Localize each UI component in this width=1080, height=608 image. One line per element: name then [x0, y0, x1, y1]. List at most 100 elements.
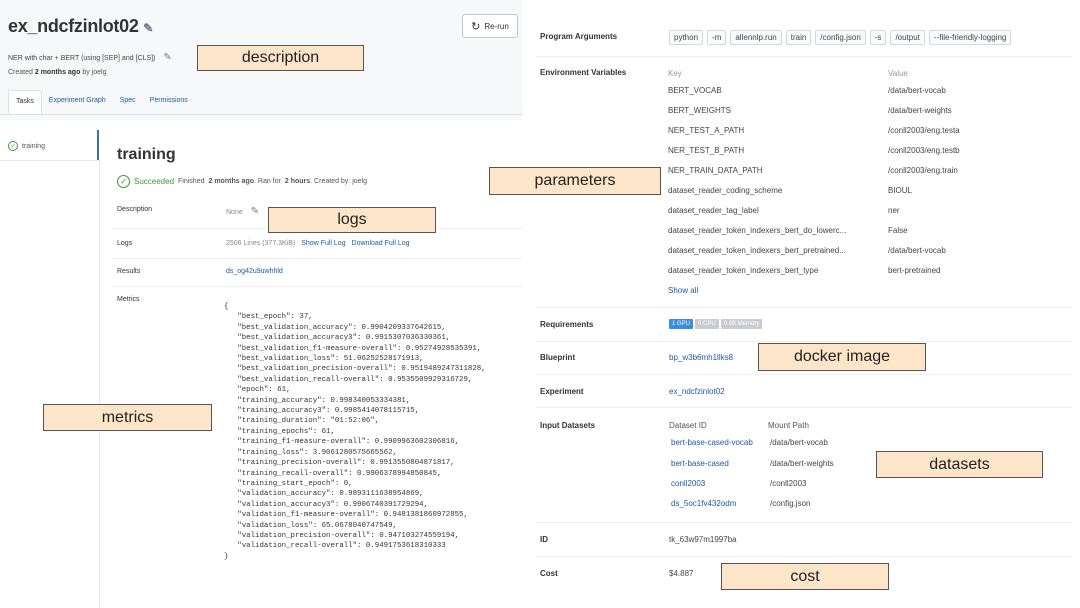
- env-key: NER_TRAIN_DATA_PATH: [668, 166, 763, 175]
- env-value: ner: [888, 206, 900, 215]
- blueprint-link[interactable]: bp_w3b6mh1llks8: [669, 353, 733, 362]
- results-dataset-link[interactable]: ds_og42u9uwhhld: [226, 268, 283, 275]
- task-id-value: tk_63w97m1997ba: [669, 535, 737, 544]
- rerun-button[interactable]: ↻ Re-run: [462, 14, 518, 38]
- edit-title-pencil-icon[interactable]: ✎: [143, 21, 153, 35]
- description-none: None: [226, 209, 243, 216]
- env-key: dataset_reader_tag_label: [668, 206, 759, 215]
- description-label: Description: [117, 206, 153, 213]
- show-all-env-link[interactable]: Show all: [668, 286, 698, 295]
- arg-chip: /output: [890, 30, 925, 45]
- env-key: BERT_WEIGHTS: [668, 106, 731, 115]
- env-value: /data/bert-vocab: [888, 86, 946, 95]
- mount-path-header: Mount Path: [768, 421, 809, 430]
- dataset-link[interactable]: ds_5oc1fv432odm: [671, 499, 736, 508]
- tab-spec[interactable]: Spec: [113, 90, 143, 114]
- logs-label: Logs: [117, 240, 133, 247]
- logs-size: 2506 Lines (377.3KiB): [226, 240, 296, 247]
- dataset-link[interactable]: conll2003: [671, 479, 705, 488]
- row-divider: [536, 407, 1072, 408]
- arg-chip: -m: [707, 30, 727, 45]
- created-prefix: Created: [8, 69, 33, 76]
- arg-chip: --file-friendly-logging: [928, 30, 1012, 45]
- arg-chip: train: [785, 30, 812, 45]
- experiment-title: ex_ndcfzinlot02 ✎: [8, 16, 153, 37]
- task-created-by: . Created by: joelg: [310, 178, 367, 185]
- env-value: /data/bert-vocab: [888, 246, 946, 255]
- annotation-datasets: datasets: [876, 451, 1043, 478]
- env-vars-label: Environment Variables: [540, 68, 627, 77]
- env-value: False: [888, 226, 908, 235]
- experiment-title-text: ex_ndcfzinlot02: [8, 16, 139, 36]
- env-value-header: Value: [888, 69, 908, 78]
- dataset-mount-path: /data/bert-weights: [770, 459, 834, 468]
- env-value: /conll2003/eng.testb: [888, 146, 960, 155]
- active-task-indicator: [97, 130, 99, 160]
- annotation-logs: logs: [268, 207, 436, 233]
- env-key: dataset_reader_token_indexers_bert_type: [668, 266, 819, 275]
- env-key-header: Key: [668, 69, 682, 78]
- row-divider: [536, 556, 1072, 557]
- program-arguments-label: Program Arguments: [540, 32, 618, 41]
- dataset-link[interactable]: bert-base-cased-vocab: [671, 438, 753, 447]
- row-divider: [112, 258, 522, 259]
- ran-for-duration: 2 hours: [284, 178, 311, 185]
- arg-chip: allennlp.run: [730, 30, 782, 45]
- env-key: dataset_reader_coding_scheme: [668, 186, 783, 195]
- tab-experiment-graph[interactable]: Experiment Graph: [42, 90, 113, 114]
- task-list-item-label: training: [22, 142, 45, 150]
- status-succeeded: Succeeded: [134, 177, 175, 186]
- program-arguments: python -m allennlp.run train /config.jso…: [669, 30, 1012, 45]
- annotation-parameters: parameters: [489, 167, 661, 195]
- dataset-mount-path: /conll2003: [770, 479, 807, 488]
- requirements-label: Requirements: [540, 320, 594, 329]
- created-by: by joelg: [82, 69, 107, 76]
- dataset-mount-path: /data/bert-vocab: [770, 438, 828, 447]
- dataset-mount-path: /config.json: [770, 499, 811, 508]
- results-label: Results: [117, 268, 141, 275]
- env-value: BIOUL: [888, 186, 913, 195]
- row-divider: [112, 286, 522, 287]
- edit-description-pencil-icon[interactable]: ✎: [163, 52, 171, 63]
- arg-chip: /config.json: [815, 30, 866, 45]
- results-value: ds_og42u9uwhhld: [226, 268, 283, 275]
- finished-time: 2 months ago: [208, 178, 255, 185]
- success-check-icon: ✓: [117, 175, 130, 188]
- description-value: None ✎: [226, 206, 259, 217]
- arg-chip: -s: [869, 30, 887, 45]
- rerun-label: Re-run: [484, 21, 509, 31]
- env-key: dataset_reader_token_indexers_bert_do_lo…: [668, 226, 847, 235]
- experiment-tabs: Tasks Experiment Graph Spec Permissions: [8, 90, 195, 114]
- success-check-icon: ✓: [8, 141, 18, 151]
- cpu-badge: 0 CPU: [695, 319, 719, 329]
- env-value: /data/bert-weights: [888, 106, 952, 115]
- memory-badge: 0.0B Memory: [720, 319, 763, 329]
- show-full-log-link[interactable]: Show Full Log: [301, 240, 345, 247]
- dataset-link[interactable]: bert-base-cased: [671, 459, 729, 468]
- requirements-badges: 1 GPU 0 CPU 0.0B Memory: [669, 319, 763, 329]
- env-value: /conll2003/eng.train: [888, 166, 958, 175]
- row-divider: [536, 307, 1072, 308]
- task-title: training: [117, 146, 176, 163]
- row-divider: [536, 522, 1072, 523]
- experiment-link[interactable]: ex_ndcfzinlot02: [669, 387, 725, 396]
- task-status-row: ✓ Succeeded Finished 2 months ago. Ran f…: [117, 175, 367, 188]
- env-key: NER_TEST_B_PATH: [668, 146, 745, 155]
- metrics-label: Metrics: [117, 296, 140, 303]
- description-text: NER with char + BERT (using [SEP] and [C…: [8, 55, 156, 62]
- tab-divider: [0, 114, 522, 115]
- row-divider: [536, 374, 1072, 375]
- env-value: /conll2003/eng.testa: [888, 126, 960, 135]
- download-full-log-link[interactable]: Download Full Log: [352, 240, 410, 247]
- env-key: NER_TEST_A_PATH: [668, 126, 745, 135]
- task-list-item-training[interactable]: ✓ training: [0, 132, 99, 160]
- row-divider: [536, 56, 1072, 57]
- row-divider: [536, 341, 1072, 342]
- experiment-label: Experiment: [540, 387, 584, 396]
- metrics-json: { "best_epoch": 37, "best_validation_acc…: [224, 303, 486, 561]
- edit-task-description-pencil-icon[interactable]: ✎: [251, 206, 259, 217]
- tab-permissions[interactable]: Permissions: [143, 90, 195, 114]
- blueprint-label: Blueprint: [540, 353, 576, 362]
- tab-tasks[interactable]: Tasks: [8, 90, 42, 114]
- finished-prefix: Finished: [178, 178, 205, 185]
